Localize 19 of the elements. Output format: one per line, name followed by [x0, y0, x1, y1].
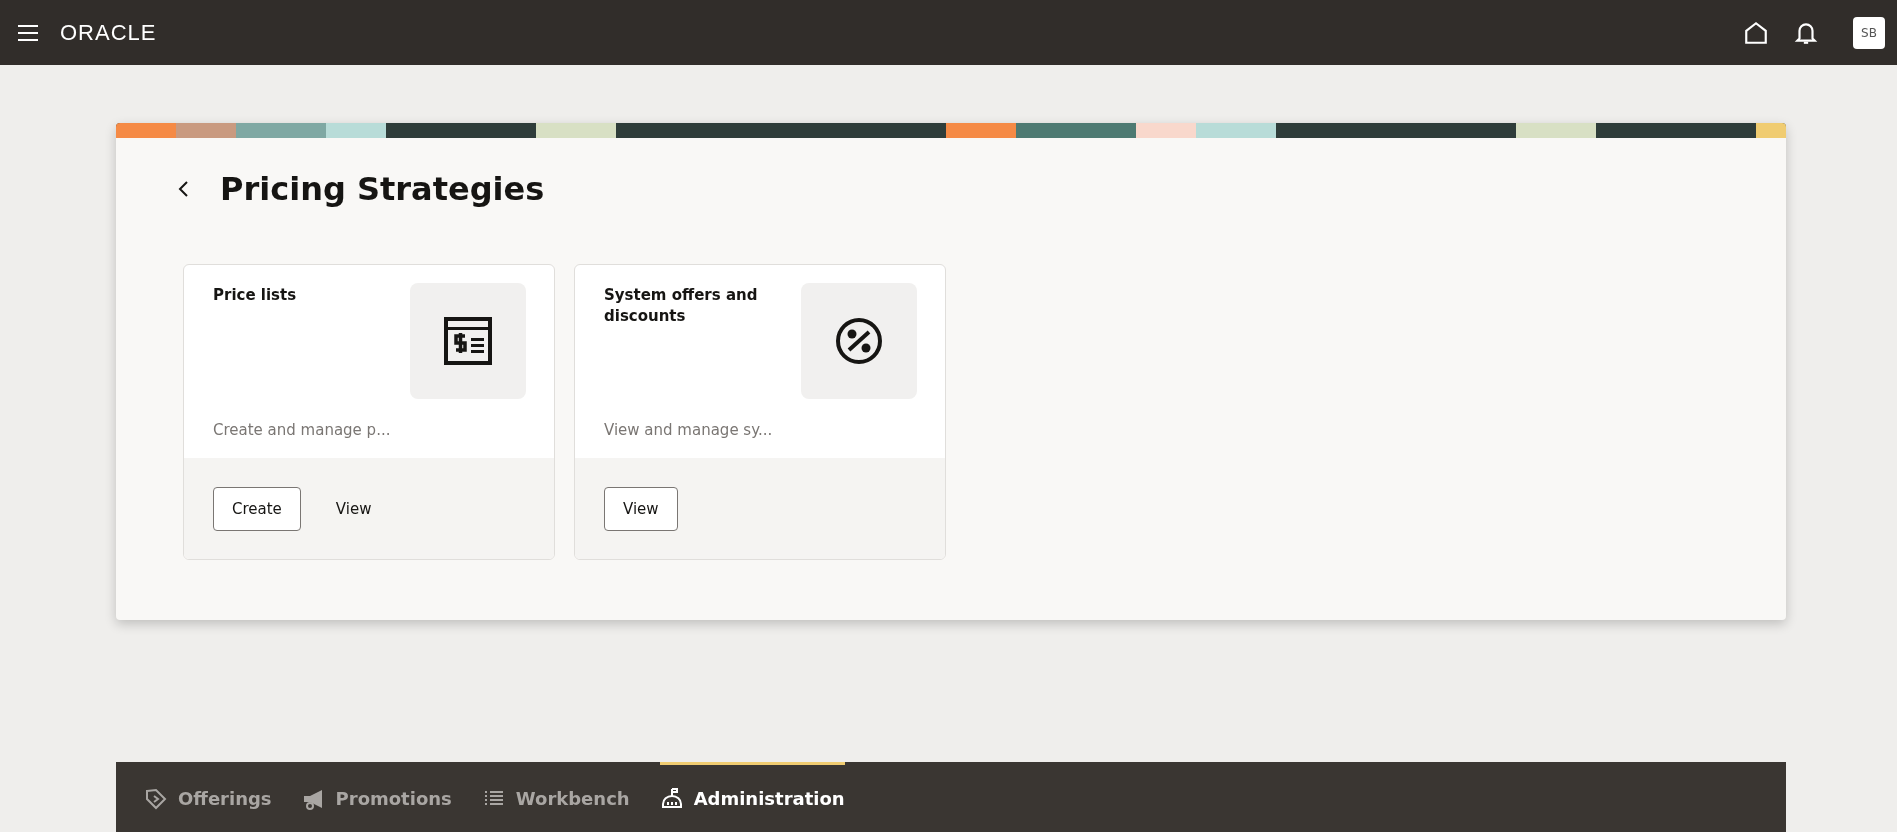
price-list-icon [443, 316, 493, 366]
user-avatar[interactable]: SB [1853, 16, 1885, 49]
card-title: Price lists [213, 285, 297, 306]
tag-icon [144, 786, 168, 811]
card-description: View and manage sy... [604, 421, 774, 439]
outlined-button[interactable]: Create [213, 486, 301, 531]
card-description: Create and manage p... [213, 421, 392, 439]
building-icon [659, 786, 684, 811]
logo: ORACLE [60, 19, 157, 46]
outlined-button[interactable]: View [604, 486, 678, 531]
nav-tab[interactable]: Promotions [301, 762, 452, 832]
card-title: System offers and discounts [604, 285, 759, 327]
percent-icon [834, 316, 884, 366]
page-title: Pricing Strategies [220, 170, 545, 208]
nav-tab[interactable]: Administration [659, 762, 845, 832]
home-icon [1743, 19, 1769, 46]
nav-tab[interactable]: Workbench [481, 762, 630, 832]
nav-tab[interactable]: Offerings [144, 762, 272, 832]
text-button[interactable]: View [316, 486, 391, 531]
